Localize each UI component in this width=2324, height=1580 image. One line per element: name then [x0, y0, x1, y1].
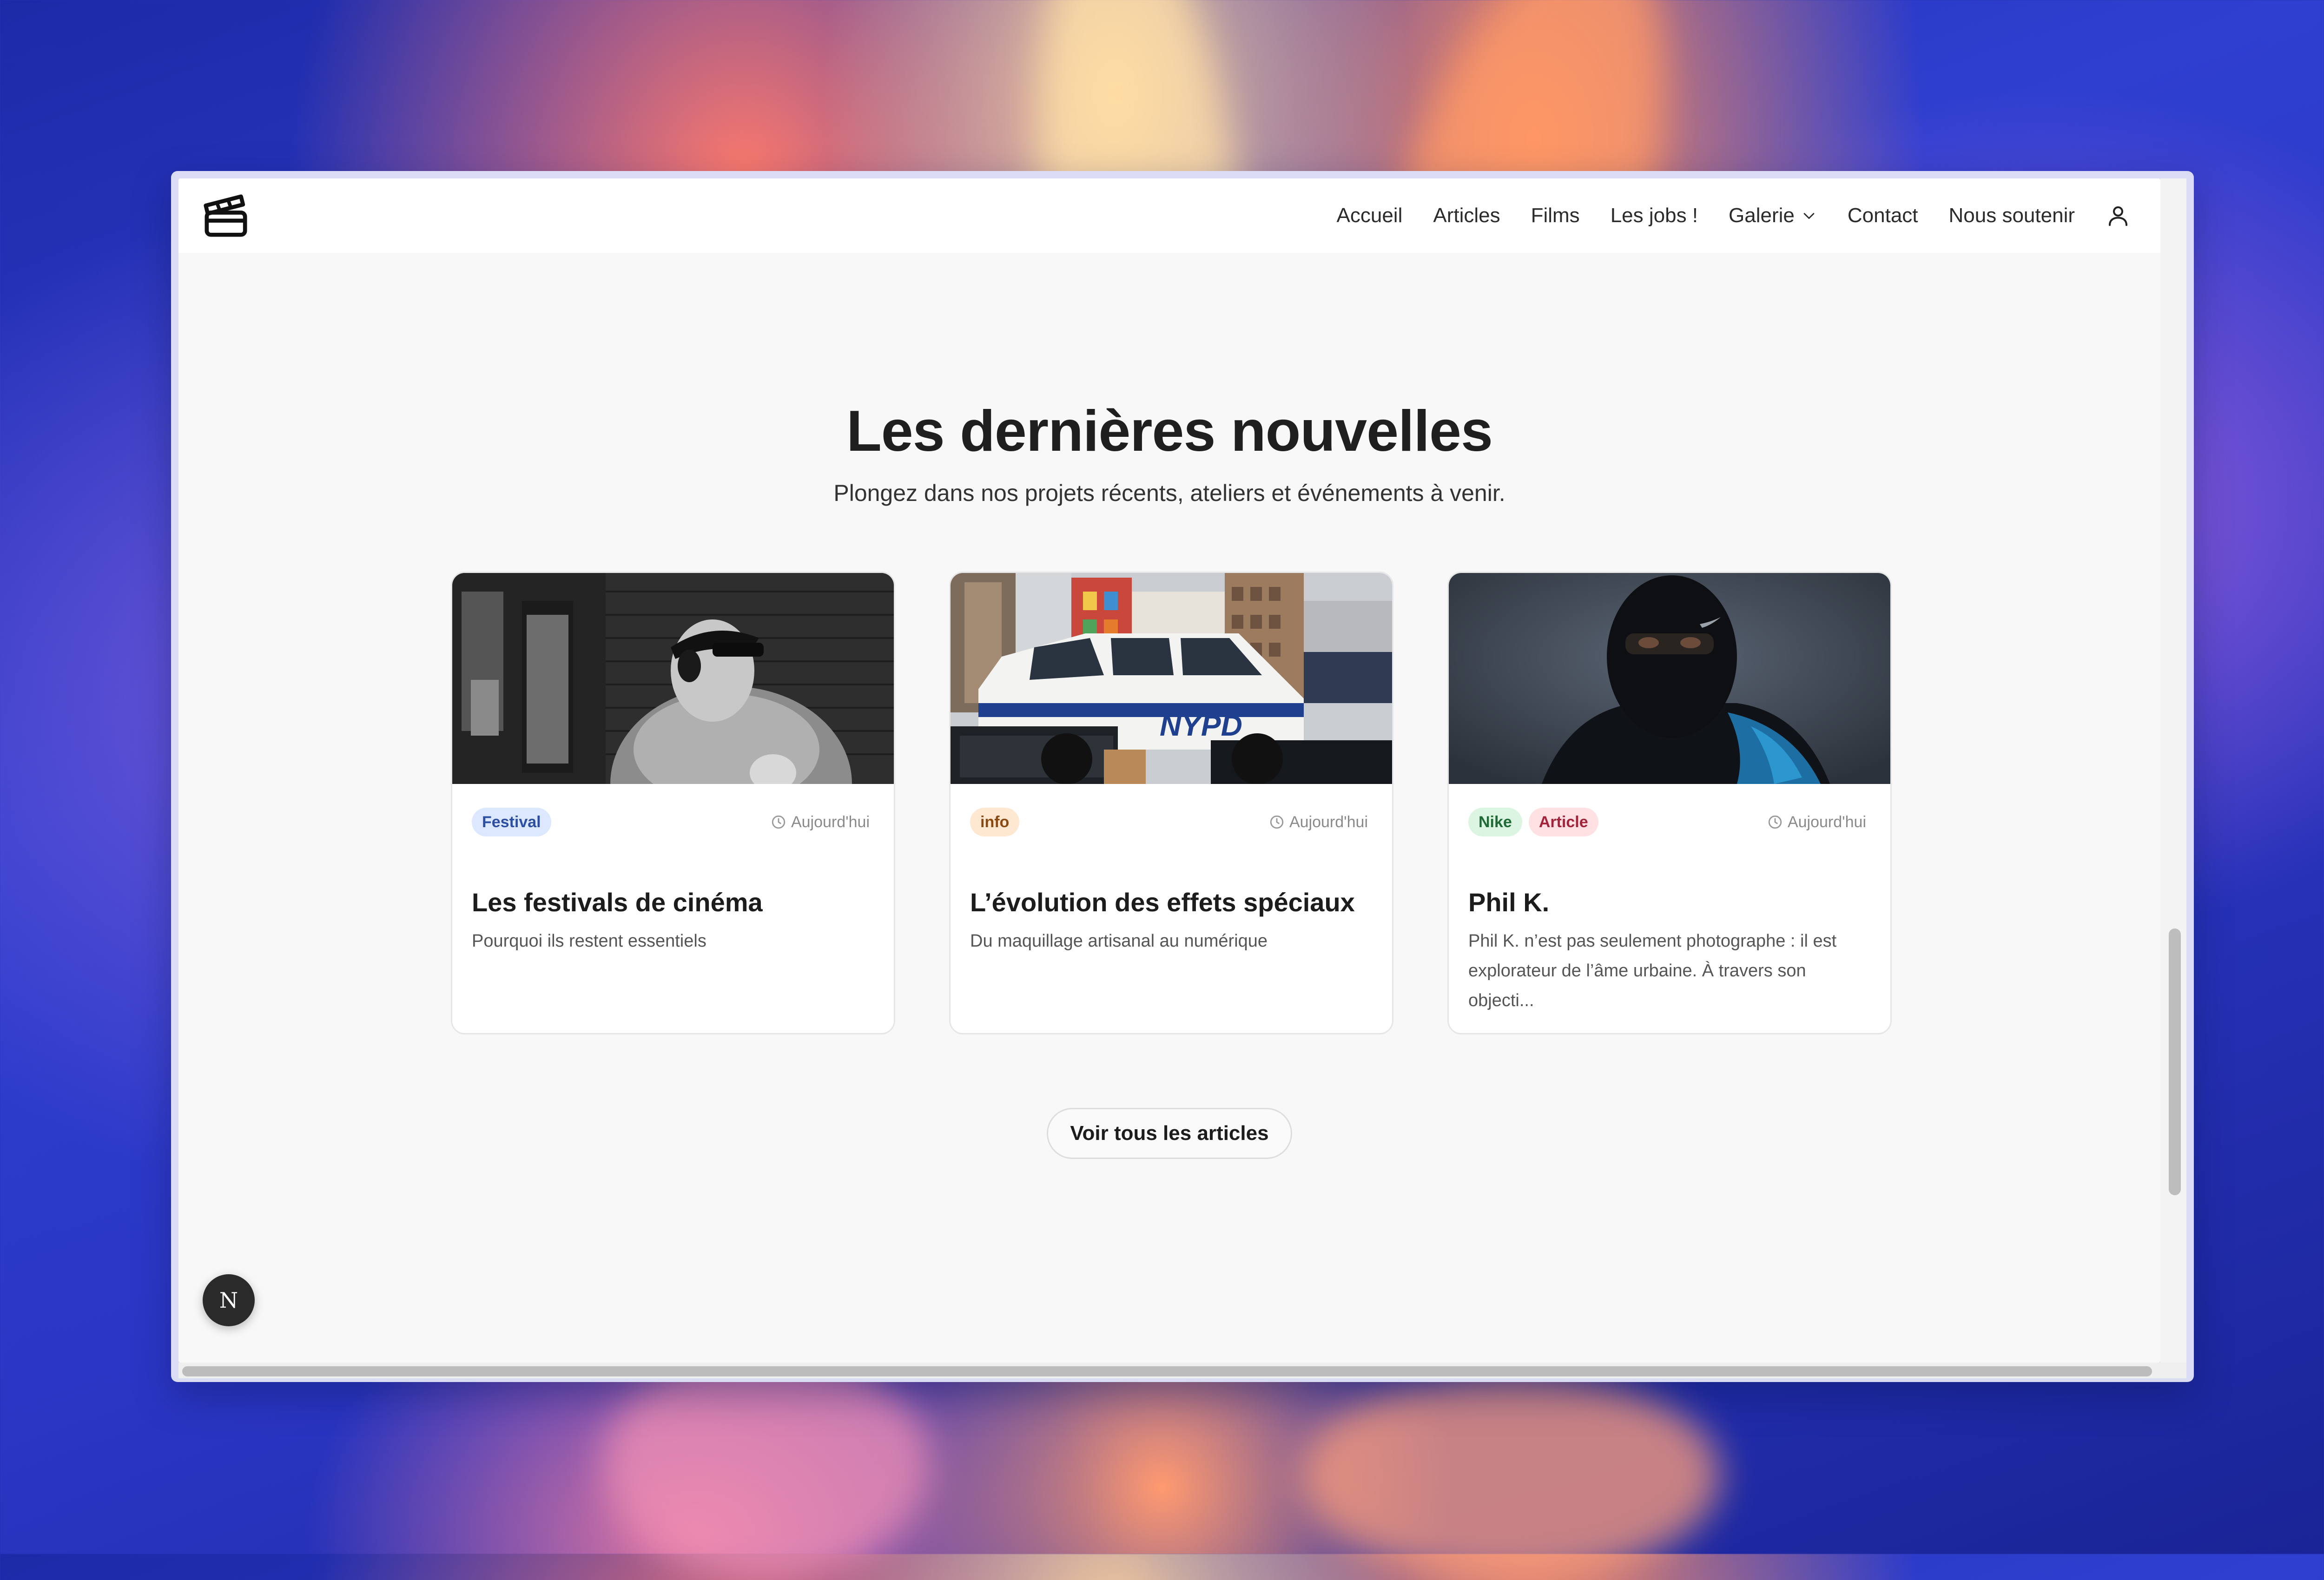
tag-badge[interactable]: Nike: [1468, 808, 1522, 836]
article-meta: Nike Article Aujourd'hui: [1468, 804, 1866, 840]
clapperboard-icon[interactable]: [202, 191, 250, 240]
article-image: NYPD: [951, 573, 1392, 784]
tag-badge[interactable]: Festival: [472, 808, 551, 836]
street-photo-bw: [452, 573, 894, 784]
nav-link-accueil[interactable]: Accueil: [1337, 204, 1403, 227]
nav-link-galerie[interactable]: Galerie: [1729, 204, 1817, 227]
article-image: [452, 573, 894, 784]
tag-list: info: [970, 808, 1020, 836]
article-excerpt: Phil K. n’est pas seulement photographe …: [1468, 931, 1837, 1010]
user-icon[interactable]: [2106, 203, 2131, 228]
tag-list: Nike Article: [1468, 808, 1598, 836]
nav-link-articles[interactable]: Articles: [1433, 204, 1500, 227]
article-title[interactable]: L’évolution des effets spéciaux: [970, 887, 1373, 917]
chevron-down-icon: [1803, 213, 1815, 219]
page-viewport: Accueil Articles Films Les jobs ! Galeri…: [178, 178, 2160, 1363]
svg-text:NYPD: NYPD: [1160, 709, 1242, 742]
background-decoration: [1301, 1371, 1720, 1580]
page-title: Les dernières nouvelles: [846, 399, 1493, 464]
nav-link-galerie-label: Galerie: [1729, 204, 1795, 227]
article-meta: Festival Aujourd'hui: [472, 804, 870, 840]
article-meta: info Aujourd'hui: [970, 804, 1368, 840]
article-excerpt: Pourquoi ils restent essentiels: [472, 931, 706, 951]
article-date: Aujourd'hui: [771, 813, 870, 831]
tag-badge[interactable]: info: [970, 808, 1020, 836]
page-subtitle: Plongez dans nos projets récents, atelie…: [833, 480, 1505, 506]
clock-icon: [772, 815, 786, 829]
article-title[interactable]: Phil K.: [1468, 887, 1871, 917]
portrait-photo: [1449, 573, 1890, 784]
navbar: Accueil Articles Films Les jobs ! Galeri…: [178, 178, 2160, 253]
nav-link-films[interactable]: Films: [1531, 204, 1580, 227]
article-date: Aujourd'hui: [1767, 813, 1866, 831]
browser-window: Accueil Articles Films Les jobs ! Galeri…: [171, 171, 2194, 1382]
article-date: Aujourd'hui: [1269, 813, 1368, 831]
article-date-label: Aujourd'hui: [1787, 813, 1866, 831]
view-all-articles-button[interactable]: Voir tous les articles: [1047, 1108, 1292, 1159]
article-date-label: Aujourd'hui: [791, 813, 870, 831]
article-date-label: Aujourd'hui: [1289, 813, 1368, 831]
dev-tools-badge[interactable]: N: [203, 1274, 255, 1326]
clock-icon: [1270, 815, 1284, 829]
article-card[interactable]: Festival Aujourd'hui Les festivals de ci…: [451, 572, 895, 1034]
nav-link-soutenir[interactable]: Nous soutenir: [1949, 204, 2075, 227]
article-excerpt: Du maquillage artisanal au numérique: [970, 931, 1268, 951]
vertical-scrollbar-thumb[interactable]: [2169, 928, 2181, 1195]
article-title[interactable]: Les festivals de cinéma: [472, 887, 874, 917]
horizontal-scrollbar-thumb[interactable]: [182, 1366, 2152, 1376]
article-card[interactable]: Nike Article Aujourd'hui Phil K. Phil K.…: [1447, 572, 1892, 1034]
article-card[interactable]: NYPD info Aujourd'hui L’évolution des ef…: [949, 572, 1393, 1034]
nav-links: Accueil Articles Films Les jobs ! Galeri…: [1337, 178, 2131, 253]
nypd-car-photo: NYPD: [951, 573, 1392, 784]
tag-badge[interactable]: Article: [1528, 808, 1598, 836]
article-image: [1449, 573, 1890, 784]
clock-icon: [1768, 815, 1782, 829]
nav-link-contact[interactable]: Contact: [1848, 204, 1918, 227]
background-decoration: [604, 1348, 930, 1580]
tag-list: Festival: [472, 808, 551, 836]
nav-link-jobs[interactable]: Les jobs !: [1611, 204, 1698, 227]
